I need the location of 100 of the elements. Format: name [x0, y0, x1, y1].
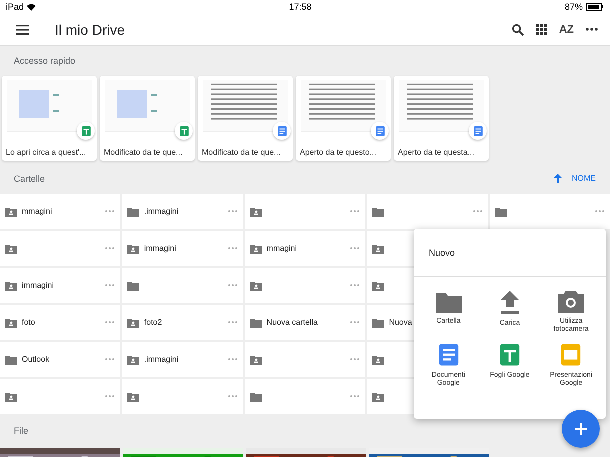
folder-name: immagini: [144, 244, 176, 253]
folder-item[interactable]: [367, 194, 488, 229]
page-title: Il mio Drive: [55, 22, 126, 38]
folder-name: foto2: [144, 318, 162, 327]
more-icon[interactable]: [595, 210, 605, 213]
shared-folder-icon: [250, 206, 262, 216]
more-icon[interactable]: [228, 284, 238, 287]
battery-level: 87%: [564, 2, 583, 12]
shared-folder-icon: [372, 354, 384, 364]
card-caption: Modificato da te que...: [201, 147, 282, 157]
folder-name: Nuova cartella: [266, 318, 318, 327]
folder-item[interactable]: Outlook: [0, 342, 120, 377]
more-icon[interactable]: [105, 247, 116, 250]
more-icon[interactable]: [350, 358, 360, 361]
card-caption: Aperto da te questo...: [299, 147, 378, 157]
more-icon[interactable]: [228, 395, 238, 398]
shared-folder-icon: [5, 318, 17, 328]
more-icon[interactable]: [105, 395, 116, 398]
grid-view-button[interactable]: [534, 22, 550, 37]
folder-item[interactable]: immagini: [0, 268, 120, 303]
more-icon[interactable]: [350, 210, 360, 213]
sheets-icon: [498, 342, 522, 367]
more-icon[interactable]: [228, 358, 238, 361]
quick-access-card[interactable]: Aperto da te questo...: [296, 76, 391, 161]
folder-item[interactable]: .immagini: [122, 342, 243, 377]
section-title: File: [14, 426, 29, 436]
folder-item[interactable]: mmagini: [0, 194, 120, 229]
more-button[interactable]: [584, 26, 600, 33]
more-icon[interactable]: [228, 321, 238, 324]
section-title: Cartelle: [14, 174, 46, 184]
folder-item[interactable]: foto2: [122, 305, 243, 340]
spreadsheet-preview: [19, 90, 59, 118]
folder-name: immagini: [22, 281, 54, 290]
shared-folder-icon: [5, 244, 17, 254]
more-icon[interactable]: [228, 210, 238, 213]
folder-item[interactable]: [122, 268, 243, 303]
upload-icon: [498, 291, 521, 315]
shared-folder-icon: [5, 280, 17, 290]
shared-folder-icon: [127, 244, 140, 254]
docs-icon: [276, 126, 288, 136]
docs-icon: [472, 126, 484, 136]
folder-name: Nuova: [389, 318, 412, 327]
folder-icon: [127, 280, 140, 290]
folder-icon: [127, 206, 140, 216]
sort-by-name-button[interactable]: NOME: [554, 174, 596, 183]
plus-icon: [575, 423, 587, 435]
card-caption: Modificato da te que...: [103, 147, 184, 157]
more-icon[interactable]: [350, 395, 360, 398]
folder-icon: [372, 206, 384, 216]
folder-item[interactable]: [244, 194, 366, 229]
shared-folder-icon: [250, 244, 262, 254]
folder-item[interactable]: [122, 379, 243, 414]
folder-icon: [372, 318, 384, 328]
folder-item[interactable]: [490, 194, 610, 229]
camera-icon: [558, 291, 584, 313]
folder-name: .immagini: [144, 207, 179, 216]
folder-icon: [494, 206, 507, 216]
docs-icon: [374, 126, 386, 136]
folder-icon: [436, 291, 462, 313]
folder-item[interactable]: .immagini: [122, 194, 243, 229]
more-icon[interactable]: [105, 210, 116, 213]
search-button[interactable]: [510, 22, 526, 38]
folder-item[interactable]: [244, 379, 366, 414]
clock: 17:58: [289, 2, 312, 12]
folder-item[interactable]: [244, 342, 366, 377]
shared-folder-icon: [372, 392, 384, 402]
quick-access-card[interactable]: Modificato da te que...: [198, 76, 293, 161]
more-icon[interactable]: [105, 358, 116, 361]
quick-access-card[interactable]: Aperto da te questa...: [394, 76, 489, 161]
menu-title: Nuovo: [429, 248, 456, 258]
folder-item[interactable]: Nuova cartella: [244, 305, 366, 340]
menu-button[interactable]: [14, 22, 31, 36]
folder-item[interactable]: [244, 268, 366, 303]
more-icon[interactable]: [105, 321, 116, 324]
folder-item[interactable]: foto: [0, 305, 120, 340]
folder-name: .immagini: [144, 355, 179, 364]
shared-folder-icon: [372, 244, 384, 254]
folder-item[interactable]: [0, 231, 120, 266]
card-caption: Aperto da te questa...: [397, 147, 476, 157]
add-button[interactable]: [562, 410, 600, 448]
arrow-up-icon: [554, 174, 562, 183]
shared-folder-icon: [250, 354, 262, 364]
folder-item[interactable]: mmagini: [244, 231, 366, 266]
battery-icon: [586, 3, 604, 11]
more-icon[interactable]: [105, 284, 116, 287]
more-icon[interactable]: [350, 247, 360, 250]
more-icon[interactable]: [350, 284, 360, 287]
wifi-icon: [27, 4, 36, 10]
folder-name: mmagini: [22, 207, 52, 216]
quick-access-card[interactable]: Lo apri circa a quest'...: [2, 76, 97, 161]
shared-folder-icon: [5, 206, 17, 216]
folder-item[interactable]: immagini: [122, 231, 243, 266]
quick-access-card[interactable]: Modificato da te que...: [100, 76, 195, 161]
sort-button[interactable]: AZ: [557, 22, 576, 38]
more-icon[interactable]: [228, 247, 238, 250]
folder-item[interactable]: [0, 379, 120, 414]
more-icon[interactable]: [472, 210, 483, 213]
folder-name: Outlook: [22, 355, 50, 364]
more-icon[interactable]: [350, 321, 360, 324]
folder-icon: [250, 392, 262, 402]
